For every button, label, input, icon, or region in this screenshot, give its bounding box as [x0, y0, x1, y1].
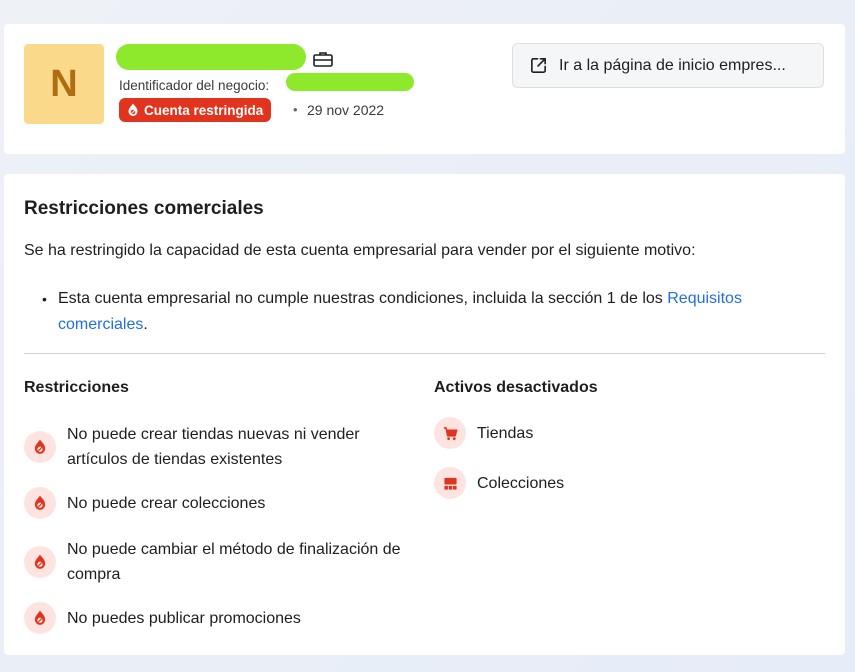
disabled-asset-item: Colecciones	[434, 467, 814, 499]
external-link-icon	[531, 58, 546, 73]
restriction-icon	[24, 546, 56, 578]
business-header-card: N Identificador del negocio: Cuenta rest…	[4, 24, 845, 154]
bullet: •	[42, 291, 47, 307]
restriction-item: No puede crear tiendas nuevas ni vender …	[24, 422, 404, 472]
reason-text: Esta cuenta empresarial no cumple nuestr…	[58, 290, 668, 307]
redacted-business-id	[286, 73, 414, 91]
restriction-icon	[24, 487, 56, 519]
separator: •	[293, 102, 298, 117]
go-to-business-home-label: Ir a la página de inicio empres...	[559, 56, 786, 74]
restriction-item: No puede crear colecciones	[24, 487, 404, 519]
business-id-label: Identificador del negocio:	[119, 78, 270, 93]
creation-date: 29 nov 2022	[307, 102, 385, 118]
go-to-business-home-button[interactable]: Ir a la página de inicio empres...	[512, 43, 824, 88]
status-badge: Cuenta restringida	[119, 98, 272, 122]
reason-list-item: • Esta cuenta empresarial no cumple nues…	[42, 286, 818, 338]
restriction-item: No puedes publicar promociones	[24, 602, 404, 634]
section-title: Restricciones comerciales	[24, 198, 264, 219]
collection-icon	[434, 467, 466, 499]
briefcase-icon	[313, 52, 333, 67]
restriction-text: No puede crear colecciones	[67, 494, 266, 512]
commerce-restrictions-card: Restricciones comerciales Se ha restring…	[4, 174, 845, 655]
restriction-icon	[24, 602, 56, 634]
restriction-text: No puede cambiar el método de finalizaci…	[67, 541, 401, 583]
cart-icon	[434, 417, 466, 449]
avatar: N	[24, 44, 104, 124]
divider	[24, 353, 825, 354]
disabled-asset-label: Tiendas	[477, 424, 534, 442]
restriction-text: No puedes publicar promociones	[67, 609, 301, 627]
intro-text: Se ha restringido la capacidad de esta c…	[24, 242, 696, 259]
status-badge-label: Cuenta restringida	[144, 102, 264, 118]
redacted-business-name	[116, 44, 306, 70]
reason-end: .	[143, 316, 148, 333]
restrictions-title: Restricciones	[24, 379, 129, 396]
disabled-asset-item: Tiendas	[434, 417, 814, 449]
restriction-text: No puede crear tiendas nuevas ni vender …	[67, 426, 360, 468]
restriction-icon	[24, 431, 56, 463]
avatar-letter: N	[50, 62, 78, 105]
disabled-asset-label: Colecciones	[477, 474, 565, 492]
restriction-icon	[128, 103, 138, 116]
restriction-item: No puede cambiar el método de finalizaci…	[24, 537, 404, 587]
disabled-assets-title: Activos desactivados	[434, 379, 598, 396]
